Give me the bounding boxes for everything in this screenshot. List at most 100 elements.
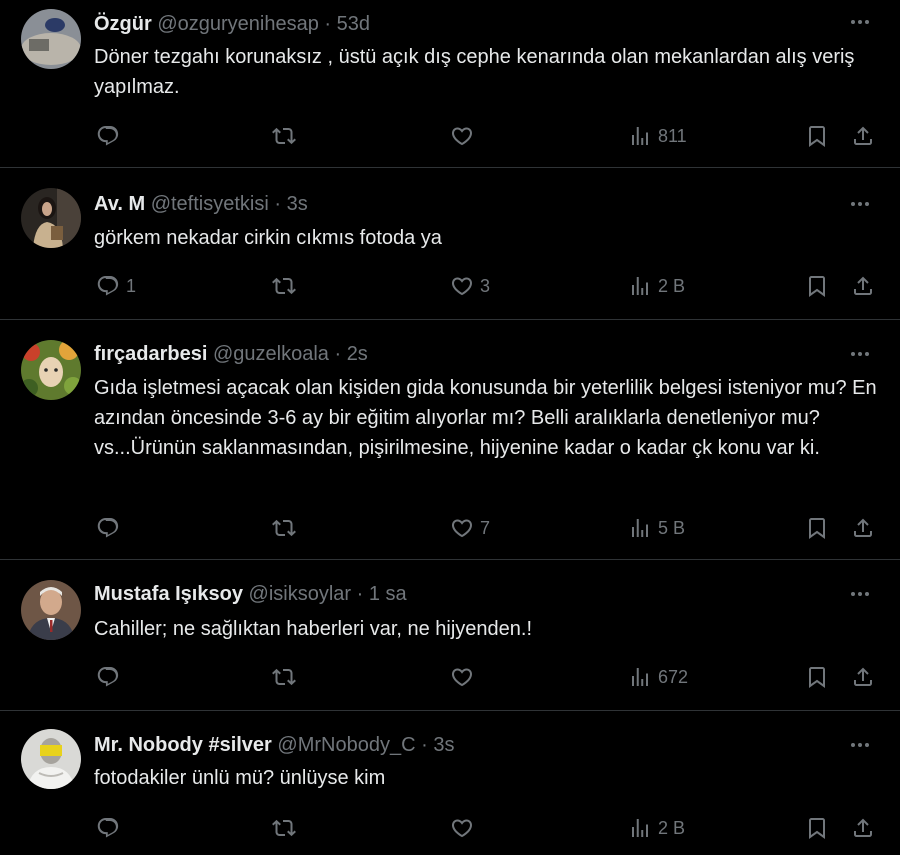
views-icon — [632, 668, 648, 686]
avatar[interactable] — [21, 580, 81, 640]
reply-icon — [97, 518, 119, 538]
reply-button[interactable] — [96, 121, 126, 151]
tweet-mr-nobody[interactable]: Mr. Nobody #silver @MrNobody_C · 3s foto… — [0, 711, 900, 855]
author-handle[interactable]: @ozguryenihesap — [157, 13, 319, 35]
views-icon — [632, 519, 648, 537]
author-name[interactable]: Mustafa Işıksoy — [94, 583, 243, 605]
views-button[interactable]: 2 B — [628, 813, 685, 843]
action-bar: 2 B — [0, 813, 900, 843]
timestamp[interactable]: 2s — [347, 343, 368, 365]
tweet-text: Döner tezgahı korunaksız , üstü açık dış… — [94, 46, 855, 98]
share-button[interactable] — [851, 813, 875, 843]
views-button[interactable]: 5 B — [628, 513, 685, 543]
views-button[interactable]: 672 — [628, 662, 688, 692]
tweet-text: Gıda işletmesi açacak olan kişiden gida … — [94, 377, 877, 459]
timestamp[interactable]: 1 sa — [369, 583, 407, 605]
more-icon[interactable] — [848, 10, 872, 34]
like-count: 3 — [480, 275, 491, 296]
more-icon[interactable] — [848, 733, 872, 757]
share-button[interactable] — [851, 513, 875, 543]
separator-dot: · — [274, 193, 282, 215]
heart-icon — [451, 668, 473, 687]
author-name[interactable]: Mr. Nobody #silver — [94, 734, 272, 756]
share-icon — [854, 276, 872, 295]
bookmark-button[interactable] — [805, 662, 829, 692]
author-handle[interactable]: @teftisyetkisi — [151, 193, 269, 215]
more-icon[interactable] — [848, 582, 872, 606]
timestamp[interactable]: 3s — [433, 734, 454, 756]
bookmark-icon — [809, 126, 825, 147]
bookmark-icon — [809, 276, 825, 297]
view-count: 811 — [658, 125, 687, 146]
reply-button[interactable] — [96, 813, 126, 843]
like-button[interactable] — [450, 121, 480, 151]
tweet-av-m[interactable]: Av. M @teftisyetkisi · 3s görkem nekadar… — [0, 168, 900, 320]
views-icon — [632, 127, 648, 145]
timestamp[interactable]: 53d — [337, 13, 370, 35]
bookmark-icon — [809, 818, 825, 839]
reply-icon — [97, 667, 119, 687]
like-button[interactable] — [450, 813, 480, 843]
share-icon — [854, 667, 872, 686]
reply-button[interactable] — [96, 662, 126, 692]
views-button[interactable]: 811 — [628, 121, 687, 151]
avatar[interactable] — [21, 340, 81, 400]
views-button[interactable]: 2 B — [628, 271, 685, 301]
bookmark-button[interactable] — [805, 121, 829, 151]
author-handle[interactable]: @isiksoylar — [249, 583, 352, 605]
retweet-button[interactable] — [272, 513, 302, 543]
retweet-icon — [272, 668, 296, 686]
share-icon — [854, 818, 872, 837]
views-icon — [632, 277, 648, 295]
avatar[interactable] — [21, 729, 81, 789]
author-handle[interactable]: @guzelkoala — [213, 343, 329, 365]
view-count: 2 B — [658, 817, 686, 838]
view-count: 672 — [658, 666, 689, 687]
tweet-header: Mustafa Işıksoy @isiksoylar · 1 sa — [94, 582, 407, 606]
heart-icon — [451, 127, 473, 146]
view-count: 2 B — [658, 275, 686, 296]
like-button[interactable]: 7 — [450, 513, 490, 543]
like-button[interactable] — [450, 662, 480, 692]
bookmark-button[interactable] — [805, 513, 829, 543]
avatar[interactable] — [21, 9, 81, 69]
tweet-text: görkem nekadar cirkin cıkmıs fotoda ya — [94, 227, 442, 249]
more-icon[interactable] — [848, 342, 872, 366]
retweet-button[interactable] — [272, 813, 302, 843]
heart-icon — [451, 277, 473, 296]
retweet-icon — [272, 277, 296, 295]
bookmark-icon — [809, 518, 825, 539]
tweet-ozgur[interactable]: Özgür @ozguryenihesap · 53d Döner tezgah… — [0, 0, 900, 168]
author-name[interactable]: fırçadarbesi — [94, 343, 207, 365]
tweet-text: fotodakiler ünlü mü? ünlüyse kim — [94, 767, 386, 789]
author-name[interactable]: Av. M — [94, 193, 145, 215]
bookmark-button[interactable] — [805, 271, 829, 301]
share-button[interactable] — [851, 271, 875, 301]
author-handle[interactable]: @MrNobody_C — [277, 734, 415, 756]
tweet-mustafa-isiksoy[interactable]: Mustafa Işıksoy @isiksoylar · 1 sa Cahil… — [0, 560, 900, 711]
share-button[interactable] — [851, 662, 875, 692]
separator-dot: · — [356, 583, 364, 605]
tweet-header: fırçadarbesi @guzelkoala · 2s — [94, 342, 368, 366]
like-button[interactable]: 3 — [450, 271, 490, 301]
tweet-fircadarbesi[interactable]: fırçadarbesi @guzelkoala · 2s Gıda işlet… — [0, 320, 900, 560]
views-icon — [632, 819, 648, 837]
tweet-text: Cahiller; ne sağlıktan haberleri var, ne… — [94, 618, 533, 640]
retweet-button[interactable] — [272, 271, 302, 301]
more-icon[interactable] — [848, 192, 872, 216]
reply-button[interactable] — [96, 513, 126, 543]
bookmark-button[interactable] — [805, 813, 829, 843]
author-name[interactable]: Özgür — [94, 13, 152, 35]
action-bar: 672 — [0, 662, 900, 692]
view-count: 5 B — [658, 517, 686, 538]
reply-count: 1 — [126, 275, 137, 296]
tweet-header: Av. M @teftisyetkisi · 3s — [94, 192, 308, 216]
share-button[interactable] — [851, 121, 875, 151]
separator-dot: · — [324, 13, 332, 35]
retweet-button[interactable] — [272, 662, 302, 692]
retweet-button[interactable] — [272, 121, 302, 151]
reply-button[interactable]: 1 — [96, 271, 136, 301]
avatar[interactable] — [21, 188, 81, 248]
separator-dot: · — [421, 734, 428, 756]
timestamp[interactable]: 3s — [287, 193, 308, 215]
